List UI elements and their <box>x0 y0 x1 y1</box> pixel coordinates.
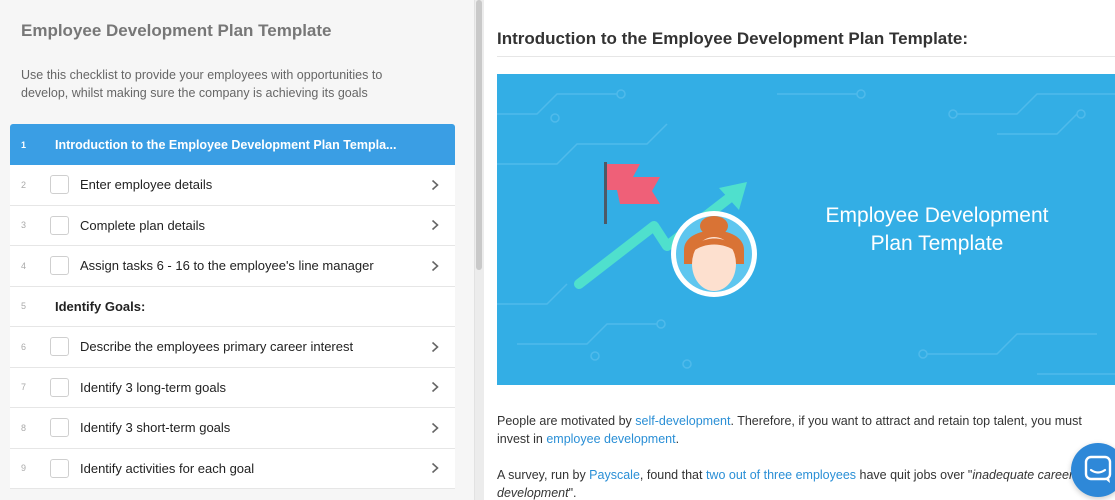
task-label: Identify 3 long-term goals <box>80 379 226 395</box>
task-number: 5 <box>21 301 27 312</box>
task-checkbox[interactable] <box>50 377 69 397</box>
task-label: Assign tasks 6 - 16 to the employee's li… <box>80 258 374 274</box>
task-number: 4 <box>21 260 27 271</box>
task-number: 1 <box>21 139 27 150</box>
task-number: 2 <box>21 179 27 190</box>
task-checkbox[interactable] <box>50 418 69 438</box>
chevron-right-icon[interactable] <box>429 260 441 272</box>
task-label: Describe the employees primary career in… <box>80 339 354 355</box>
task-checkbox[interactable] <box>50 458 69 478</box>
text-span: ". <box>568 486 577 500</box>
task-item-1[interactable]: 1 Introduction to the Employee Developme… <box>10 124 455 165</box>
intro-paragraph-2: A survey, run by Payscale, found that tw… <box>497 466 1097 500</box>
chevron-right-icon[interactable] <box>429 341 441 353</box>
task-checkbox[interactable] <box>50 175 69 195</box>
task-item-8[interactable]: 8 Identify 3 short-term goals <box>10 408 455 449</box>
task-label: Identify 3 short-term goals <box>80 420 231 436</box>
chevron-right-icon[interactable] <box>429 179 441 191</box>
checklist-title: Employee Development Plan Template <box>21 21 332 40</box>
task-checkbox[interactable] <box>50 337 69 357</box>
chat-launcher-button[interactable] <box>1071 443 1115 497</box>
sidebar-scrollbar[interactable] <box>476 0 482 270</box>
banner-line-2: Plan Template <box>870 232 1004 255</box>
text-span: . <box>675 432 680 446</box>
template-banner-image: Employee Development Plan Template <box>497 74 1115 385</box>
chevron-right-icon[interactable] <box>429 381 441 393</box>
task-item-2[interactable]: 2 Enter employee details <box>10 165 455 206</box>
checklist-sidebar: Employee Development Plan Template Use t… <box>0 0 474 500</box>
text-span: People are motivated by <box>497 414 636 428</box>
task-item-6[interactable]: 6 Describe the employees primary career … <box>10 327 455 368</box>
text-span: have quit jobs over " <box>856 468 973 482</box>
task-detail-title: Introduction to the Employee Development… <box>497 29 969 48</box>
task-heading-label: Identify Goals: <box>55 298 146 314</box>
task-number: 3 <box>21 220 27 231</box>
task-detail-panel: Introduction to the Employee Development… <box>484 0 1115 500</box>
task-label: Complete plan details <box>80 217 206 233</box>
checklist-description: Use this checklist to provide your emplo… <box>21 68 383 100</box>
task-label: Enter employee details <box>80 177 213 193</box>
chevron-right-icon[interactable] <box>429 422 441 434</box>
task-item-9[interactable]: 9 Identify activities for each goal <box>10 448 455 489</box>
chevron-right-icon[interactable] <box>429 462 441 474</box>
task-number: 8 <box>21 422 27 433</box>
title-divider <box>497 56 1115 57</box>
text-span: A survey, run by <box>497 468 590 482</box>
intro-paragraph-1: People are motivated by self-development… <box>497 412 1097 448</box>
task-number: 6 <box>21 341 27 352</box>
banner-caption: Employee Development Plan Template <box>797 202 1077 258</box>
self-development-link[interactable]: self-development <box>635 414 730 428</box>
task-number: 9 <box>21 463 27 474</box>
chat-icon <box>1084 455 1112 483</box>
task-heading-5[interactable]: 5 Identify Goals: <box>10 286 455 327</box>
task-number: 7 <box>21 382 27 393</box>
two-out-of-three-link[interactable]: two out of three employees <box>706 468 856 482</box>
task-item-3[interactable]: 3 Complete plan details <box>10 205 455 246</box>
chevron-right-icon[interactable] <box>429 219 441 231</box>
task-list: 1 Introduction to the Employee Developme… <box>10 124 455 489</box>
task-item-7[interactable]: 7 Identify 3 long-term goals <box>10 367 455 408</box>
task-checkbox[interactable] <box>50 215 69 235</box>
task-label: Identify activities for each goal <box>80 460 255 476</box>
task-label: Introduction to the Employee Development… <box>55 137 397 152</box>
banner-line-1: Employee Development <box>825 204 1049 227</box>
payscale-link[interactable]: Payscale <box>589 468 640 482</box>
task-item-4[interactable]: 4 Assign tasks 6 - 16 to the employee's … <box>10 246 455 287</box>
text-span: , found that <box>639 468 706 482</box>
employee-development-link[interactable]: employee development <box>546 432 675 446</box>
task-checkbox[interactable] <box>50 256 69 276</box>
